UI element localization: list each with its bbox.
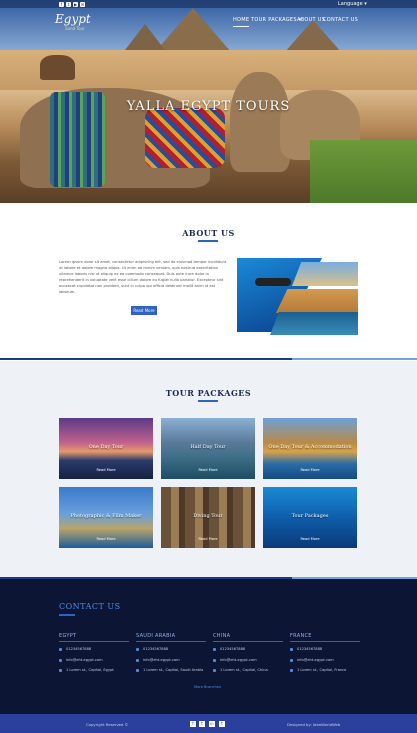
facebook-icon[interactable]: f — [190, 721, 196, 727]
sea-image — [270, 312, 358, 335]
mail-icon — [213, 659, 216, 662]
hero-banner: f t ▶ ✉ Language ▾ Egypt Sand Tour HOME … — [0, 0, 417, 203]
twitter-icon[interactable]: t — [66, 2, 71, 7]
column-divider — [213, 641, 283, 642]
pyramid-image — [285, 20, 341, 52]
column-divider — [136, 641, 206, 642]
nav-tour-packages[interactable]: TOUR PACKAGES ▾ — [251, 17, 302, 23]
package-card-title: One Day Tour — [88, 444, 124, 450]
package-card[interactable]: Tour Packages Read More — [263, 487, 357, 548]
package-card[interactable]: Half Day Tour Read More — [161, 418, 255, 479]
contact-email[interactable]: info@eht-egypt.com — [297, 658, 334, 662]
country-heading: CHINA — [213, 633, 231, 639]
language-dropdown[interactable]: Language ▾ — [338, 1, 367, 7]
contact-section — [0, 579, 417, 714]
package-read-more-button[interactable]: Read More — [294, 537, 326, 541]
contact-column-china: CHINA — [213, 633, 283, 642]
phone-icon — [136, 648, 139, 651]
contact-phone[interactable]: 01234567888 — [143, 647, 168, 651]
package-card[interactable]: One Day Tour & Accommodation Read More — [263, 418, 357, 479]
tumblr-icon[interactable]: t — [219, 721, 225, 727]
camel-saddle-decor — [145, 108, 225, 168]
package-card[interactable]: One Day Tour Read More — [59, 418, 153, 479]
title-underline — [198, 240, 218, 242]
linkedin-icon[interactable]: in — [209, 721, 215, 727]
contact-column-egypt: EGYPT — [59, 633, 129, 642]
country-heading: EGYPT — [59, 633, 77, 639]
contact-email[interactable]: info@eht-egypt.com — [220, 658, 257, 662]
location-icon — [136, 669, 139, 672]
desert-image — [276, 289, 358, 313]
about-text: Lorem ipsum dolor sit amet, consectetur … — [59, 260, 227, 294]
contact-phone[interactable]: 01234567888 — [66, 647, 91, 651]
contact-column-saudi-arabia: SAUDI ARABIA — [136, 633, 206, 642]
column-divider — [59, 641, 129, 642]
contact-email[interactable]: info@eht-egypt.com — [143, 658, 180, 662]
more-branches-link[interactable]: More Branches — [194, 685, 221, 689]
contact-address: 1 Lorem st., Capital, Egypt — [66, 668, 114, 672]
hero-title: YALLA EGYPT TOURS — [126, 99, 291, 114]
package-card-title: Diving Tour — [193, 513, 223, 519]
column-divider — [290, 641, 360, 642]
phone-icon — [213, 648, 216, 651]
contact-address: 1 Lorem st., Capital, China — [220, 668, 268, 672]
site-logo-subtitle: Sand Tour — [65, 26, 85, 31]
phone-icon — [59, 648, 62, 651]
mail-icon — [59, 659, 62, 662]
package-card[interactable]: Diving Tour Read More — [161, 487, 255, 548]
package-card-title: Photographic & Film Maker — [70, 513, 142, 519]
package-card[interactable]: Photographic & Film Maker Read More — [59, 487, 153, 548]
section-divider — [0, 358, 417, 360]
packages-title: TOUR PACKAGES — [165, 388, 252, 398]
location-icon — [290, 669, 293, 672]
package-read-more-button[interactable]: Read More — [90, 468, 122, 472]
title-underline — [59, 614, 75, 616]
pyramid-image — [155, 8, 231, 52]
country-heading: SAUDI ARABIA — [136, 633, 176, 639]
contact-column-france: FRANCE — [290, 633, 360, 642]
designer-credit[interactable]: Designed by: IdeaWorldWeb — [287, 722, 340, 727]
package-read-more-button[interactable]: Read More — [192, 537, 224, 541]
contact-phone[interactable]: 01234567888 — [220, 647, 245, 651]
package-read-more-button[interactable]: Read More — [192, 468, 224, 472]
contact-address: 1 Lorem st., Capital, France — [297, 668, 347, 672]
about-read-more-button[interactable]: Read More — [131, 306, 157, 315]
twitter-icon[interactable]: t — [199, 721, 205, 727]
location-icon — [213, 669, 216, 672]
phone-icon — [290, 648, 293, 651]
package-read-more-button[interactable]: Read More — [294, 468, 326, 472]
camel-image — [40, 55, 75, 80]
youtube-icon[interactable]: ▶ — [73, 2, 78, 7]
mail-icon — [136, 659, 139, 662]
about-title: ABOUT US — [182, 228, 235, 238]
package-card-title: One Day Tour & Accommodation — [268, 444, 352, 450]
package-read-more-button[interactable]: Read More — [90, 537, 122, 541]
mail-icon — [290, 659, 293, 662]
package-card-title: Half Day Tour — [190, 444, 226, 450]
contact-email[interactable]: info@eht-egypt.com — [66, 658, 103, 662]
country-heading: FRANCE — [290, 633, 312, 639]
diver-figure — [255, 278, 291, 286]
site-logo[interactable]: Egypt — [55, 12, 91, 26]
facebook-icon[interactable]: f — [59, 2, 64, 7]
grass-image — [310, 140, 417, 203]
location-icon — [59, 669, 62, 672]
pyramid-image — [125, 24, 165, 50]
copyright-text: Copyright Reserved © — [86, 722, 129, 727]
desert-sky-image — [292, 262, 358, 286]
nav-contact-us[interactable]: CONTACT US — [323, 17, 358, 23]
nav-home[interactable]: HOME — [233, 17, 250, 27]
contact-title: CONTACT US — [59, 602, 121, 611]
contact-address: 1 Lorem st., Capital, Saudi Arabia — [143, 668, 204, 672]
contact-phone[interactable]: 01234567888 — [297, 647, 322, 651]
title-underline — [198, 400, 218, 402]
mail-icon[interactable]: ✉ — [80, 2, 85, 7]
nav-about-us[interactable]: ABOUT US — [297, 17, 325, 23]
package-card-title: Tour Packages — [291, 513, 329, 519]
